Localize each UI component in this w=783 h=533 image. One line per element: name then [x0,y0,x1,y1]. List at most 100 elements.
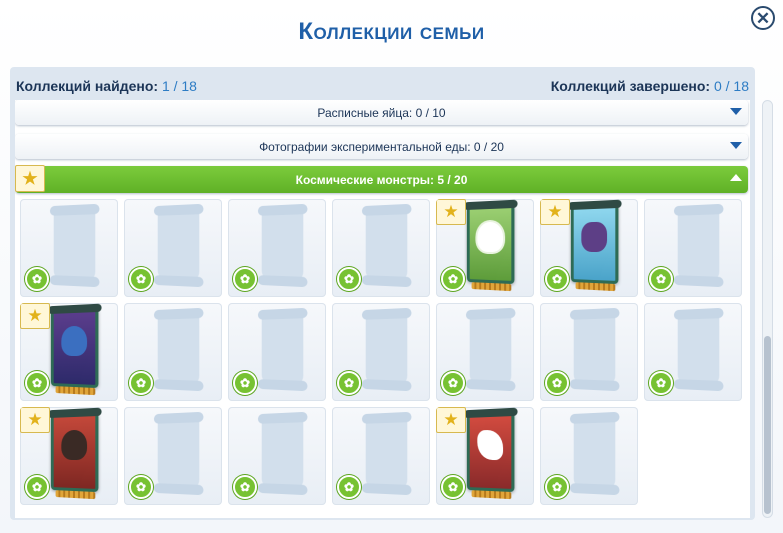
collection-item-collected[interactable]: ★ ✿ [540,199,638,297]
reward-icon[interactable]: ✿ [233,475,257,499]
reward-icon[interactable]: ✿ [25,475,49,499]
monster-poster-image [464,407,518,500]
reward-icon[interactable]: ✿ [25,371,49,395]
star-icon: ★ [15,165,45,192]
stats-bar: Коллекций найдено: 1 / 18 Коллекций заве… [16,78,749,94]
page-title: Коллекции семьи [298,18,485,45]
poster-placeholder-icon [365,416,408,490]
collection-item-locked[interactable]: ✿ [436,303,534,401]
close-icon: ✕ [755,8,771,28]
reward-icon[interactable]: ✿ [649,267,673,291]
collection-item-locked[interactable]: ✿ [228,407,326,505]
collection-item-locked[interactable]: ✿ [644,199,742,297]
collection-item-collected[interactable]: ★ ✿ [20,407,118,505]
reward-icon[interactable]: ✿ [337,267,361,291]
collections-found-value: 1 / 18 [161,78,197,94]
reward-icon[interactable]: ✿ [649,371,673,395]
reward-icon[interactable]: ✿ [233,371,257,395]
collection-item-locked[interactable]: ✿ [540,407,638,505]
poster-placeholder-icon [573,416,616,490]
poster-placeholder-icon [261,312,304,386]
poster-rod-bottom [471,282,512,292]
monster-poster-image [568,199,622,292]
collection-item-locked[interactable]: ✿ [540,303,638,401]
collection-header-label: Расписные яйца: 0 / 10 [317,105,446,120]
reward-icon[interactable]: ✿ [129,475,153,499]
poster-placeholder-icon [261,208,304,282]
poster-rod-bottom [575,282,616,292]
collections-completed: Коллекций завершено: 0 / 18 [551,78,749,94]
star-icon: ★ [20,303,50,329]
collection-item-locked[interactable]: ✿ [228,303,326,401]
reward-icon[interactable]: ✿ [129,267,153,291]
star-icon: ★ [540,199,570,225]
star-icon: ★ [436,407,466,433]
collection-item-locked[interactable]: ✿ [332,303,430,401]
collections-found-label: Коллекций найдено: [16,78,159,94]
reward-icon[interactable]: ✿ [545,371,569,395]
poster-placeholder-icon [469,312,512,386]
poster-rod-bottom [55,386,96,396]
collection-item-locked[interactable]: ✿ [644,303,742,401]
monster-poster-image [464,199,518,292]
poster-placeholder-icon [677,312,720,386]
poster-placeholder-icon [677,208,720,282]
reward-icon[interactable]: ✿ [337,475,361,499]
reward-icon[interactable]: ✿ [337,371,361,395]
poster-placeholder-icon [53,208,96,282]
collection-header-label: Фотографии экспериментальной еды: 0 / 20 [259,139,504,154]
collection-item-locked[interactable]: ✿ [124,303,222,401]
reward-icon[interactable]: ✿ [441,475,465,499]
reward-icon[interactable]: ✿ [25,267,49,291]
reward-icon[interactable]: ✿ [441,371,465,395]
collection-item-collected[interactable]: ★ ✿ [436,407,534,505]
poster-rod [464,407,518,419]
monster-art [477,221,504,253]
poster-placeholder-icon [365,208,408,282]
collection-item-locked[interactable]: ✿ [124,199,222,297]
collection-header-food-photos[interactable]: Фотографии экспериментальной еды: 0 / 20 [15,134,748,159]
star-icon: ★ [436,199,466,225]
collection-item-grid: ✿ ✿ ✿ ✿ ★ ✿ ★ ✿ ✿ ★ ✿ ✿ ✿ ✿ ✿ ✿ ✿ ★ ✿ ✿ ✿ ✿ ★ ✿ ✿ [20,199,742,505]
chevron-up-icon [730,174,742,181]
collection-list: Расписные яйца: 0 / 10 Фотографии экспер… [15,100,750,518]
close-button[interactable]: ✕ [751,6,775,30]
reward-icon[interactable]: ✿ [545,267,569,291]
collection-item-locked[interactable]: ✿ [124,407,222,505]
scrollbar[interactable] [762,100,773,518]
poster-placeholder-icon [573,312,616,386]
chevron-down-icon [730,142,742,149]
scrollbar-thumb[interactable] [764,336,771,514]
poster-placeholder-icon [261,416,304,490]
poster-placeholder-icon [157,312,200,386]
collection-item-locked[interactable]: ✿ [20,199,118,297]
reward-icon[interactable]: ✿ [129,371,153,395]
poster-placeholder-icon [365,312,408,386]
collection-item-locked[interactable]: ✿ [332,407,430,505]
monster-poster-image [48,303,102,396]
monster-poster-image [48,407,102,500]
collections-panel: Коллекций найдено: 1 / 18 Коллекций заве… [10,67,755,520]
reward-icon[interactable]: ✿ [441,267,465,291]
poster-rod [568,199,622,211]
collections-completed-value: 0 / 18 [713,78,749,94]
chevron-down-icon [730,108,742,115]
monster-art [477,429,504,461]
monster-art [61,429,88,461]
collections-found: Коллекций найдено: 1 / 18 [16,78,197,94]
poster-rod-bottom [55,490,96,500]
poster-placeholder-icon [157,208,200,282]
reward-icon[interactable]: ✿ [233,267,257,291]
poster-placeholder-icon [157,416,200,490]
collection-item-locked[interactable]: ✿ [228,199,326,297]
monster-art [61,325,88,357]
poster-rod [48,407,102,419]
monster-art [581,221,608,253]
collection-item-locked[interactable]: ✿ [332,199,430,297]
collection-item-collected[interactable]: ★ ✿ [20,303,118,401]
collection-item-collected[interactable]: ★ ✿ [436,199,534,297]
collection-header-painted-eggs[interactable]: Расписные яйца: 0 / 10 [15,100,748,125]
collection-header-space-monsters[interactable]: ★ Космические монстры: 5 / 20 [15,165,748,193]
collections-completed-label: Коллекций завершено: [550,78,711,94]
reward-icon[interactable]: ✿ [545,475,569,499]
